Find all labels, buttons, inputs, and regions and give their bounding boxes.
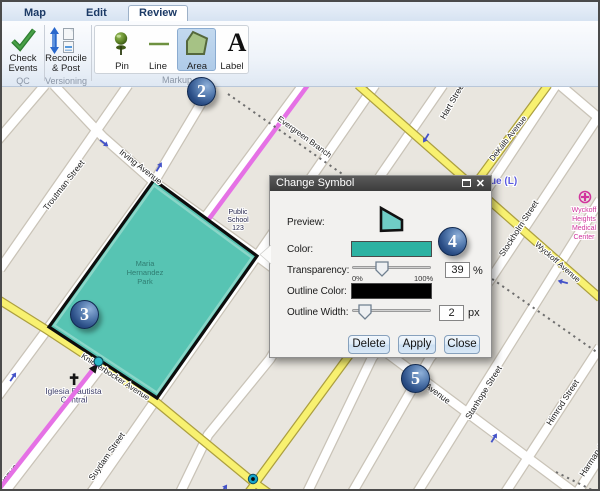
- svg-text:Wyckoff: Wyckoff: [572, 207, 597, 214]
- svg-text:Hernandez: Hernandez: [127, 268, 164, 277]
- svg-text:Center: Center: [573, 234, 595, 241]
- svg-text:Public: Public: [228, 209, 248, 216]
- svg-text:Park: Park: [137, 277, 153, 286]
- svg-text:Maria: Maria: [136, 259, 156, 268]
- svg-text:123: 123: [232, 225, 244, 232]
- svg-text:Heights: Heights: [572, 216, 596, 223]
- svg-text:School: School: [227, 217, 249, 224]
- svg-text:Medical: Medical: [572, 225, 597, 232]
